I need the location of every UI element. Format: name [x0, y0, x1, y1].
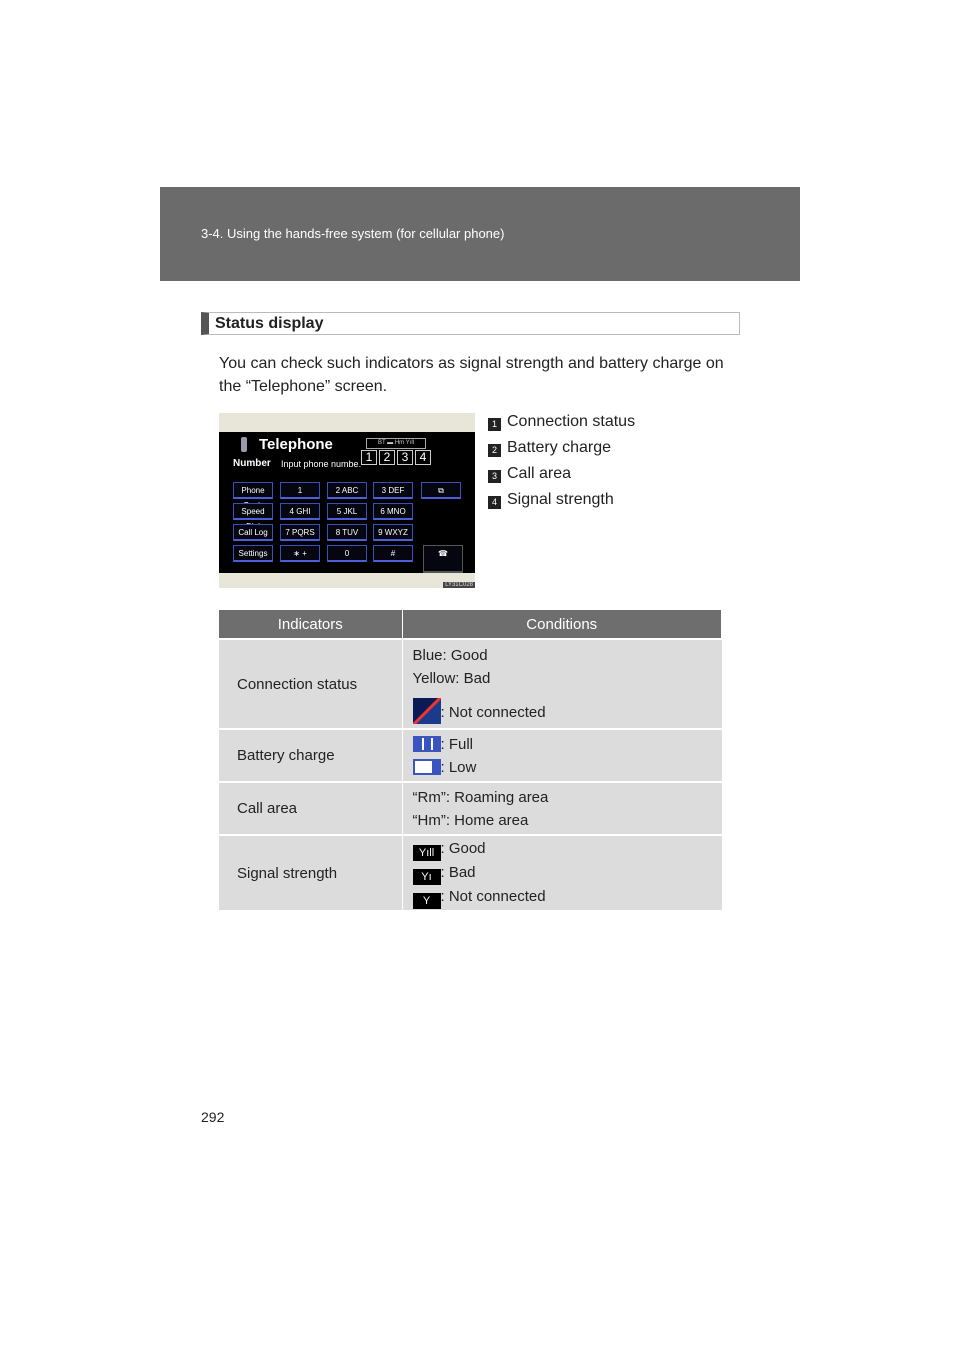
figure-code: LY31C028 — [443, 582, 475, 588]
keypad-key: ⧉ — [421, 482, 461, 499]
page-number: 292 — [201, 1109, 225, 1125]
battery-full-icon — [412, 735, 441, 752]
indicator: Signal strength — [219, 834, 403, 910]
signal-none-icon: Y — [412, 893, 441, 909]
legend-label: Call area — [507, 465, 572, 482]
keypad-key: 5 JKL — [327, 503, 367, 520]
condition: Yellow: Bad — [412, 670, 491, 687]
header-indicators: Indicators — [219, 610, 403, 639]
keypad-key: 7 PQRS — [280, 524, 320, 541]
legend-label: Battery charge — [507, 439, 612, 456]
callout: 1 — [361, 450, 377, 465]
legend-item: 3 Call area — [488, 461, 635, 487]
signal-good-icon: Yıll — [412, 845, 441, 861]
number-input: Input phone numbe. — [281, 459, 362, 469]
signal-bad-icon: Yı — [412, 869, 441, 885]
keypad-key: 2 ABC — [327, 482, 367, 499]
callout: 4 — [415, 450, 431, 465]
chapter-header: 3-4. Using the hands-free system (for ce… — [160, 187, 800, 281]
keypad-key: 8 TUV — [327, 524, 367, 541]
indicators-table: Indicators Conditions Connection status B… — [219, 610, 722, 910]
condition: : Bad — [440, 864, 476, 881]
legend-label: Signal strength — [507, 491, 614, 508]
condition: “Rm”: Roaming area — [412, 788, 549, 806]
chapter-title: 3-4. Using the hands-free system (for ce… — [201, 226, 505, 241]
screen-title: Telephone — [259, 436, 333, 453]
indicator: Battery charge — [219, 728, 403, 782]
condition: Blue: Good — [412, 647, 488, 664]
condition: : Good — [440, 840, 486, 857]
indicator: Call area — [219, 781, 403, 835]
table-row: Connection status Blue: Good Yellow: Bad:… — [219, 638, 722, 729]
legend-number: 2 — [488, 444, 501, 457]
intro-text: You can check such indicators as signal … — [219, 355, 724, 395]
condition: : Not connected — [440, 704, 546, 721]
legend-label: Connection status — [507, 413, 636, 430]
keypad-key: 9 WXYZ — [373, 524, 413, 541]
status-bar: BT ▬ Hm Yıll — [366, 438, 426, 449]
legend-item: 4 Signal strength — [488, 487, 635, 513]
number-label: Number — [233, 458, 271, 469]
legend-number: 4 — [488, 496, 501, 509]
condition: : Full — [440, 735, 474, 753]
keypad-key: 0 — [327, 545, 367, 562]
legend-item: 1 Connection status — [488, 409, 635, 435]
section-title: Status display — [201, 312, 740, 335]
keypad-key: 4 GHI — [280, 503, 320, 520]
legend-item: 2 Battery charge — [488, 435, 635, 461]
bt-not-connected-icon — [412, 698, 441, 724]
keypad-key: # — [373, 545, 413, 562]
callout: 2 — [379, 450, 395, 465]
condition: “Hm”: Home area — [412, 811, 529, 829]
legend-number: 3 — [488, 470, 501, 483]
keypad-key: 1 — [280, 482, 320, 499]
legend: 1 Connection status 2 Battery charge 3 Call… — [488, 409, 635, 513]
table-row: Battery charge : Full : Low — [219, 728, 722, 782]
phone-icon — [241, 437, 247, 452]
condition: : Low — [440, 758, 477, 776]
keypad-key: 3 DEF — [373, 482, 413, 499]
keypad-key: 6 MNO — [373, 503, 413, 520]
keypad-key: ☎ — [423, 545, 463, 573]
table-row: Call area “Rm”: Roaming area “Hm”: Home a… — [219, 781, 722, 835]
indicator: Connection status — [219, 638, 403, 729]
callout: 3 — [397, 450, 413, 465]
telephone-screenshot: Telephone BT ▬ Hm Yıll Number Input phon… — [219, 413, 475, 588]
keypad-key: ∗ + — [280, 545, 320, 562]
telephone-screen: Telephone BT ▬ Hm Yıll Number Input phon… — [219, 432, 475, 573]
keypad-key: Speed Dial — [233, 503, 273, 531]
legend-number: 1 — [488, 418, 501, 431]
condition: : Not connected — [440, 888, 546, 905]
table-row: Signal strength Yıll: Good Yı: Bad Y: Not … — [219, 834, 722, 910]
battery-low-icon — [412, 758, 441, 775]
keypad-key: Call Log — [233, 524, 273, 541]
keypad-key: Settings — [233, 545, 273, 562]
callouts: 1234 — [361, 450, 431, 465]
keypad-key: Phone Book — [233, 482, 273, 510]
header-conditions: Conditions — [402, 610, 722, 639]
